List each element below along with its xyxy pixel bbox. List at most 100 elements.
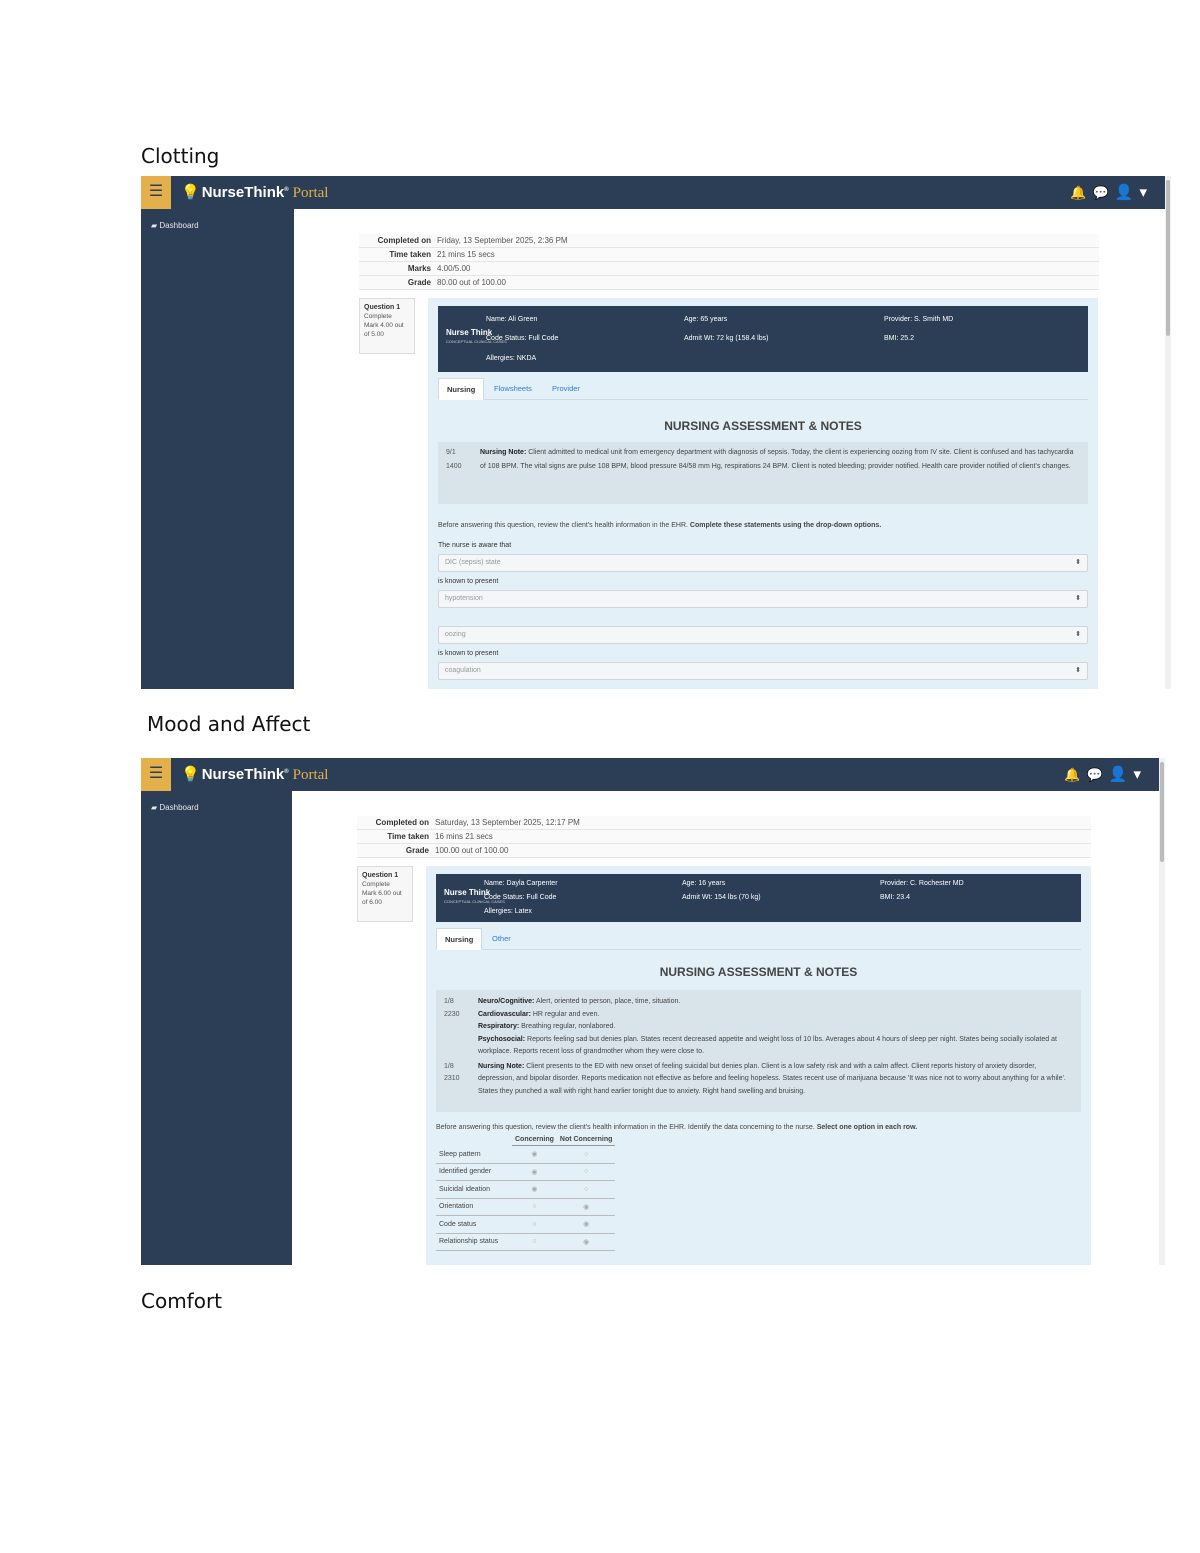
column-header: Not Concerning — [556, 1134, 616, 1146]
attempt-summary: Completed on Saturday, 13 September 2025,… — [357, 816, 1091, 858]
user-icon[interactable]: 👤▾ — [1115, 184, 1153, 201]
bell-icon[interactable]: 🔔 — [1064, 767, 1086, 782]
hamburger-icon[interactable]: ☰ — [141, 758, 171, 791]
ehr-name: Name: Ali Green — [486, 316, 538, 323]
matrix-row: Sleep pattern ◉ ○ — [436, 1145, 616, 1164]
brand-logo[interactable]: 💡 NurseThink® Portal — [181, 183, 328, 202]
matrix-row: Suicidal ideation ◉ ○ — [436, 1180, 616, 1199]
ehr-allergies: Allergies: Latex — [484, 908, 532, 915]
radio-not-concerning[interactable]: ◉ — [556, 1233, 616, 1251]
ehr-header: Nurse Think CONCEPTUAL CLINICAL CASES Nam… — [438, 306, 1088, 372]
question-info: Question 1 Complete Mark 6.00 out of 6.0… — [357, 866, 413, 922]
dashboard-icon: ▰ — [151, 803, 158, 812]
chat-icon[interactable]: 💬 — [1087, 767, 1109, 782]
ehr-tabs: Nursing Flowsheets Provider — [438, 378, 1088, 400]
ehr-name: Name: Dayla Carpenter — [484, 880, 558, 887]
scroll-thumb[interactable] — [1160, 762, 1164, 862]
radio-not-concerning[interactable]: ○ — [556, 1145, 616, 1164]
ehr-tabs: Nursing Other — [436, 928, 1081, 950]
user-icon[interactable]: 👤▾ — [1109, 766, 1147, 783]
tab-flowsheets[interactable]: Flowsheets — [486, 378, 540, 400]
radio-not-concerning[interactable]: ○ — [556, 1163, 616, 1181]
attempt-summary: Completed on Friday, 13 September 2025, 2… — [359, 234, 1099, 290]
sidebar: ▰ Dashboard — [141, 209, 294, 689]
section-heading-comfort: Comfort — [141, 1289, 223, 1313]
dropdown-caret-icon: ⬍ — [1075, 559, 1081, 566]
ehr-provider: Provider: S. Smith MD — [884, 316, 954, 323]
dashboard-icon: ▰ — [151, 221, 158, 230]
dropdown-select[interactable]: hypotension ⬍ — [438, 590, 1088, 608]
tab-provider[interactable]: Provider — [544, 378, 588, 400]
ehr-admit-weight: Admit Wt: 72 kg (158.4 lbs) — [684, 335, 769, 342]
note-row: 9/1 1400 Nursing Note: Client admitted to… — [446, 449, 1074, 470]
scrollbar[interactable] — [1159, 758, 1165, 1265]
radio-concerning[interactable]: ◉ — [512, 1145, 557, 1164]
dropdown-select[interactable]: oozing ⬍ — [438, 626, 1088, 644]
radio-concerning[interactable]: ◉ — [512, 1180, 557, 1199]
row-label: Relationship status — [436, 1233, 512, 1251]
nav-icons: 🔔💬👤▾ — [1064, 765, 1147, 783]
screenshot-clotting: ☰ 💡 NurseThink® Portal 🔔💬👤▾ ▰ Dashboard Co… — [141, 176, 1171, 689]
bell-icon[interactable]: 🔔 — [1070, 185, 1092, 200]
note-row: 1/8 2230 Neuro/Cognitive: Alert, oriented… — [444, 998, 1057, 1055]
ehr-code-status: Code Status: Full Code — [486, 335, 559, 342]
question-info: Question 1 Complete Mark 4.00 out of 5.0… — [359, 298, 415, 354]
dropdown-caret-icon: ⬍ — [1075, 595, 1081, 602]
radio-concerning[interactable]: ◉ — [512, 1163, 557, 1181]
section-title: NURSING ASSESSMENT & NOTES — [659, 965, 858, 979]
nursing-notes: 1/8 2230 Neuro/Cognitive: Alert, oriented… — [436, 990, 1081, 1112]
row-label: Orientation — [436, 1198, 512, 1216]
radio-concerning[interactable]: ○ — [512, 1215, 557, 1234]
row-label: Identified gender — [436, 1163, 512, 1181]
ehr-age: Age: 65 years — [684, 316, 728, 323]
summary-row: Completed on Friday, 13 September 2025, 2… — [359, 234, 1099, 248]
matrix-row: Orientation ○ ◉ — [436, 1198, 616, 1216]
matrix-table: Concerning Not Concerning Sleep pattern … — [436, 1134, 616, 1251]
section-heading-clotting: Clotting — [141, 144, 220, 168]
row-label: Code status — [436, 1215, 512, 1234]
radio-not-concerning[interactable]: ◉ — [556, 1215, 616, 1234]
brand-logo[interactable]: 💡 NurseThink® Portal — [181, 765, 328, 784]
row-label: Suicidal ideation — [436, 1180, 512, 1199]
hamburger-icon[interactable]: ☰ — [141, 176, 171, 209]
scroll-thumb[interactable] — [1166, 180, 1170, 336]
sidebar-item-dashboard[interactable]: ▰ Dashboard — [151, 803, 199, 812]
radio-not-concerning[interactable]: ◉ — [556, 1198, 616, 1216]
sidebar-item-dashboard[interactable]: ▰ Dashboard — [151, 221, 199, 230]
dropdown-select[interactable]: DIC (sepsis) state ⬍ — [438, 554, 1088, 572]
top-navbar: ☰ 💡 NurseThink® Portal 🔔💬👤▾ — [141, 758, 1165, 791]
screenshot-mood-affect: ☰ 💡 NurseThink® Portal 🔔💬👤▾ ▰ Dashboard Co… — [141, 758, 1165, 1265]
summary-row: Completed on Saturday, 13 September 2025,… — [357, 816, 1091, 830]
matrix-row: Code status ○ ◉ — [436, 1215, 616, 1234]
ehr-admit-weight: Admit Wt: 154 lbs (70 kg) — [682, 894, 761, 901]
section-heading-mood-affect: Mood and Affect — [147, 712, 311, 736]
sidebar: ▰ Dashboard — [141, 791, 292, 1265]
radio-concerning[interactable]: ○ — [512, 1233, 557, 1251]
column-header: Concerning — [512, 1134, 557, 1146]
dropdown-caret-icon: ⬍ — [1075, 667, 1081, 674]
chat-icon[interactable]: 💬 — [1093, 185, 1115, 200]
summary-row: Marks 4.00/5.00 — [359, 262, 1099, 276]
dropdown-select[interactable]: coagulation ⬍ — [438, 662, 1088, 680]
top-navbar: ☰ 💡 NurseThink® Portal 🔔💬👤▾ — [141, 176, 1171, 209]
summary-row: Grade 100.00 out of 100.00 — [357, 844, 1091, 858]
radio-concerning[interactable]: ○ — [512, 1198, 557, 1216]
note-row: 1/8 2310 Nursing Note: Client presents to… — [444, 1062, 1066, 1095]
matrix-row: Relationship status ○ ◉ — [436, 1233, 616, 1251]
question-panel: Nurse Think CONCEPTUAL CLINICAL CASES Nam… — [426, 866, 1091, 1265]
nav-icons: 🔔💬👤▾ — [1070, 183, 1153, 201]
radio-not-concerning[interactable]: ○ — [556, 1180, 616, 1199]
scrollbar[interactable] — [1165, 176, 1171, 689]
tab-nursing[interactable]: Nursing — [436, 928, 483, 950]
tab-other[interactable]: Other — [484, 928, 519, 950]
ehr-age: Age: 16 years — [682, 880, 726, 887]
ehr-allergies: Allergies: NKDA — [486, 355, 537, 362]
tab-nursing[interactable]: Nursing — [438, 378, 485, 400]
field-label: is known to present — [438, 650, 499, 657]
question-panel: Nurse Think CONCEPTUAL CLINICAL CASES Nam… — [428, 298, 1098, 689]
ehr-bmi: BMI: 23.4 — [880, 894, 910, 901]
row-label: Sleep pattern — [436, 1145, 512, 1164]
ehr-bmi: BMI: 25.2 — [884, 335, 914, 342]
dropdown-caret-icon: ⬍ — [1075, 631, 1081, 638]
summary-row: Grade 80.00 out of 100.00 — [359, 276, 1099, 290]
